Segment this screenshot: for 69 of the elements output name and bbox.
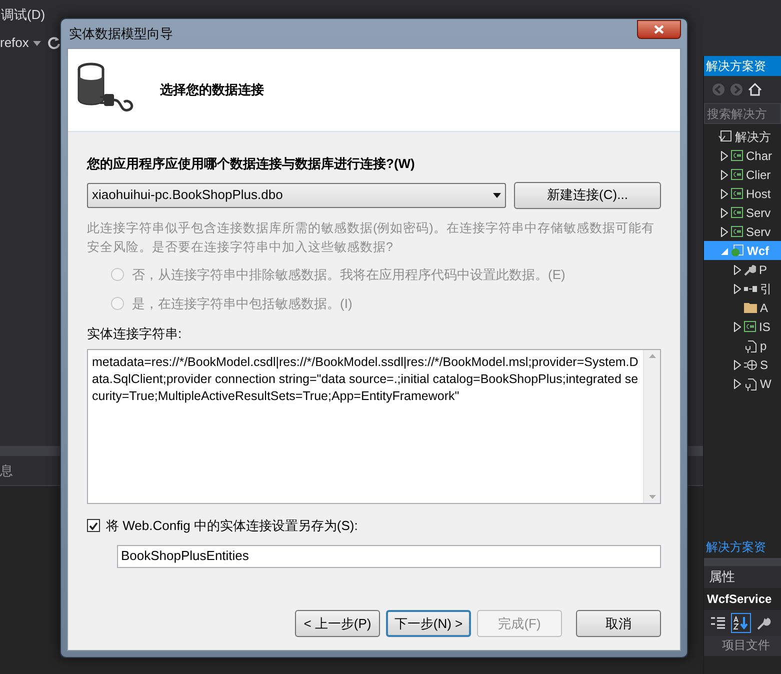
panel-title: 息 [0, 462, 13, 480]
expand-arrow-icon[interactable] [734, 360, 741, 370]
globe-icon [744, 358, 757, 370]
search-field[interactable]: 搜索解决方 [704, 103, 781, 124]
tree-item[interactable]: W [704, 374, 781, 393]
panel-title: 解决方案资 [706, 58, 766, 75]
tree-item[interactable]: Serv [704, 203, 781, 222]
expand-arrow-icon[interactable] [734, 378, 741, 388]
dropdown-arrow-icon [493, 192, 501, 198]
close-icon[interactable] [654, 24, 664, 34]
entities-name-field[interactable]: BookShopPlusEntities [117, 544, 661, 568]
sort-alphabetical-icon[interactable] [731, 613, 751, 633]
connection-dropdown[interactable]: xiaohuihui-pc.BookShopPlus.dbo [87, 182, 506, 208]
dialog-button[interactable]: < 上一步(P) [295, 610, 380, 637]
warning-text: 此连接字符串似乎包含连接数据库所需的敏感数据(例如密码)。在连接字符串中存储敏感数据可能有安全风险。是否要在连接字符串中加入这些敏感数据? [87, 220, 656, 256]
checkbox[interactable] [87, 519, 100, 532]
radio-label: 是，在连接字符串中包括敏感数据。(I) [132, 294, 352, 313]
expand-arrow-icon[interactable] [721, 170, 728, 180]
csharp-icon [731, 169, 743, 180]
csharp-icon [744, 321, 756, 332]
expand-arrow-icon[interactable] [734, 322, 741, 332]
expand-arrow-icon[interactable] [734, 284, 741, 294]
tree-item[interactable]: S [704, 355, 781, 374]
tree-item[interactable]: P [704, 260, 781, 279]
references-icon [744, 284, 757, 294]
close-button[interactable] [637, 20, 681, 38]
config-file-icon [744, 338, 757, 352]
tree-item[interactable]: Host [704, 184, 781, 203]
expand-arrow-icon[interactable] [721, 188, 728, 198]
web-project-icon [731, 244, 744, 257]
home-icon[interactable] [748, 83, 762, 96]
page-heading: 选择您的数据连接 [160, 81, 264, 100]
folder-icon [744, 302, 757, 313]
config-file-icon [744, 376, 757, 390]
tree-item[interactable]: Serv [704, 222, 781, 241]
csharp-icon [731, 188, 743, 199]
expand-arrow-icon[interactable] [721, 226, 728, 236]
field-label: 实体连接字符串: [87, 324, 183, 342]
solution-icon [718, 130, 732, 143]
radio-label: 否，从连接字符串中排除敏感数据。我将在应用程序代码中设置此数据。(E) [132, 266, 566, 284]
checkbox-label: 将 Web.Config 中的实体连接设置另存为(S): [106, 517, 358, 535]
expand-arrow-icon[interactable] [721, 150, 728, 160]
object-name: WcfService [704, 588, 781, 610]
wrench-icon [744, 264, 756, 276]
refresh-icon[interactable] [46, 36, 61, 50]
panel-tab[interactable]: 解决方案资 [704, 538, 768, 558]
tree-item[interactable]: A [704, 298, 781, 317]
tree-item[interactable]: 引 [704, 279, 781, 298]
expand-arrow-icon[interactable] [721, 208, 728, 218]
tree-item[interactable]: Char [704, 146, 781, 165]
browser-selector[interactable]: refox [0, 33, 41, 53]
csharp-icon [731, 207, 743, 218]
dialog-button[interactable]: 取消 [576, 610, 661, 637]
csharp-icon [731, 150, 743, 161]
dialog-button[interactable]: 下一步(N) > [386, 610, 471, 637]
collapse-arrow-icon[interactable] [721, 246, 728, 256]
tree-item[interactable]: 解决方 [704, 127, 781, 146]
csharp-icon [731, 226, 743, 237]
question-label: 您的应用程序应使用哪个数据连接与数据库进行连接?(W) [87, 155, 416, 173]
property-row: 项目文件 [704, 636, 781, 656]
tree-item[interactable]: p [704, 336, 781, 355]
window-title: 实体数据模型向导 [69, 24, 173, 43]
caret-icon [32, 40, 41, 46]
menu-item[interactable]: 调试(D) [1, 5, 46, 25]
tree-item[interactable]: Clier [704, 165, 781, 184]
panel-title: 属性 [708, 568, 736, 586]
new-connection-button[interactable]: 新建连接(C)... [514, 182, 661, 208]
expand-arrow-icon[interactable] [734, 264, 741, 274]
tree-item[interactable]: IS [704, 317, 781, 336]
